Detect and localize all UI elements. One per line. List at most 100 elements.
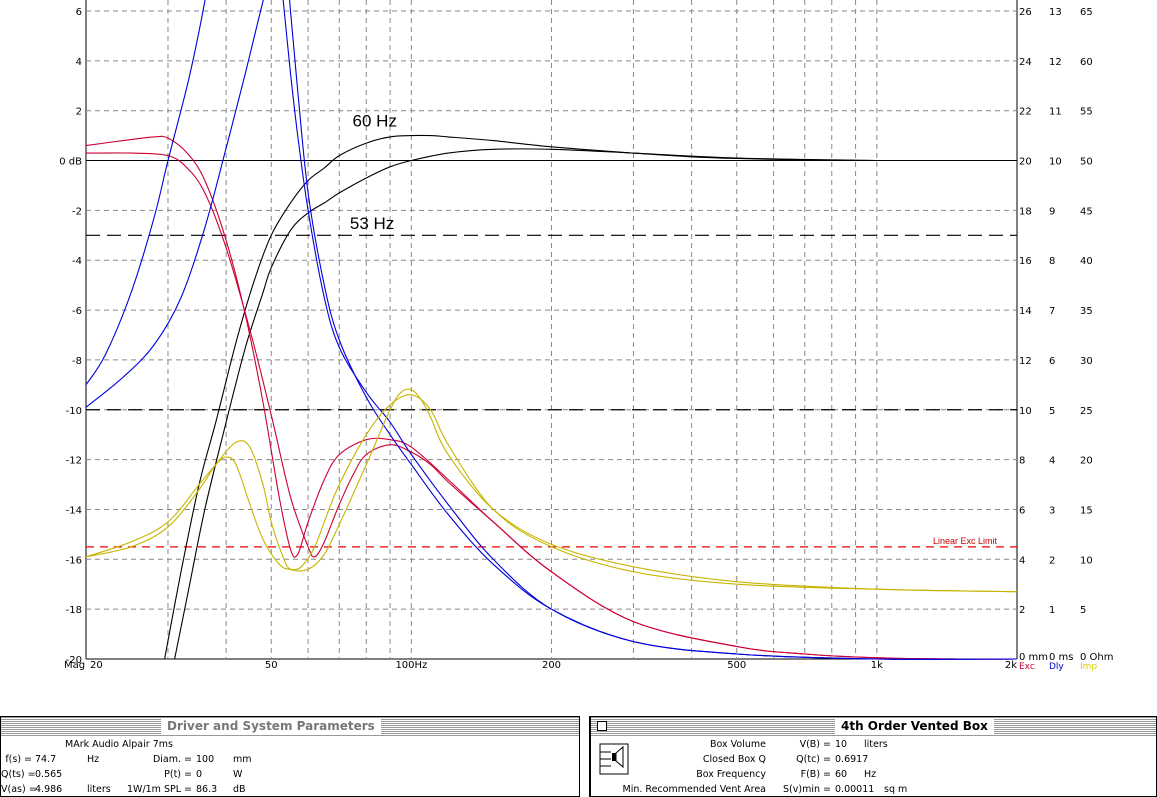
diam-unit: mm <box>233 754 252 765</box>
right-axis-tick-dly: 7 <box>1049 306 1055 317</box>
right-axis-label-exc: Exc <box>1019 662 1035 672</box>
right-axis-tick-dly: 1 <box>1049 605 1055 616</box>
frequency-response-chart: Linear Exc Limit 6 4 2 0 dB -2 -4 -6 -8 -10 -12 -1… <box>59 0 1114 672</box>
right-axis-tick-exc: 18 <box>1019 206 1032 217</box>
spl-label: 1W/1m SPL = <box>127 784 192 795</box>
right-axis-tick-imp: 10 <box>1080 555 1093 566</box>
fs-label: f(s) = <box>5 754 32 765</box>
right-axis-tick-imp: 25 <box>1080 406 1093 417</box>
x-tick-label: 2k <box>1005 660 1017 671</box>
close-box-icon[interactable] <box>597 721 607 731</box>
box-parameters-panel: 4th Order Vented Box Box Volume V(B) = 1… <box>589 716 1157 797</box>
vent-area-value: 0.00011 <box>835 784 875 795</box>
right-axis-tick-exc: 26 <box>1019 7 1032 18</box>
right-axis-tick-exc: 12 <box>1019 356 1032 367</box>
right-axis-tick-imp: 45 <box>1080 206 1093 217</box>
closed-box-q-value: 0.6917 <box>835 754 869 765</box>
right-axis-tick-exc: 20 <box>1019 157 1032 168</box>
right-axis-tick-imp: 15 <box>1080 505 1093 516</box>
vas-value: 4.986 <box>35 784 63 795</box>
box-volume-name: Box Volume <box>709 739 766 750</box>
pt-value: 0 <box>196 769 203 780</box>
x-tick-label: 200 <box>542 660 561 671</box>
right-axis-label-imp: Imp <box>1080 662 1097 672</box>
y-tick-label: -6 <box>72 306 82 317</box>
box-volume-symbol: V(B) = <box>799 739 831 750</box>
box-panel-titlebar[interactable]: 4th Order Vented Box <box>591 717 1156 737</box>
right-axis-tick-imp: 30 <box>1080 356 1093 367</box>
right-axis-tick-dly: 10 <box>1049 157 1062 168</box>
box-frequency-symbol: F(B) = <box>800 769 831 780</box>
y-tick-label: -2 <box>72 206 82 217</box>
right-axis-tick-dly: 5 <box>1049 406 1055 417</box>
right-axis-tick-imp: 20 <box>1080 456 1093 467</box>
x-axis-prefix: Mag <box>64 660 85 671</box>
x-tick-label: 500 <box>727 660 746 671</box>
vent-area-name: Min. Recommended Vent Area <box>622 784 766 795</box>
right-axis-tick-dly: 13 <box>1049 7 1062 18</box>
y-tick-label: 4 <box>76 57 82 68</box>
vas-label: V(as) = <box>1 784 37 795</box>
y-tick-label: -12 <box>66 456 82 467</box>
right-axis-tick-exc: 24 <box>1019 57 1032 68</box>
series-curve-5 <box>86 0 206 386</box>
right-axis-tick-exc: 10 <box>1019 406 1032 417</box>
box-frequency-name: Box Frequency <box>696 769 766 780</box>
y-tick-label: -14 <box>66 505 82 516</box>
right-axis-tick-exc: 2 <box>1019 605 1025 616</box>
y-axis-ticks: 6420 dB-2-4-6-8-10-12-14-16-18-20 <box>59 7 82 666</box>
driver-parameters-panel: Driver and System Parameters MArk Audio … <box>0 716 580 797</box>
right-axis-tick-dly: 9 <box>1049 206 1055 217</box>
box-volume-unit: liters <box>864 739 888 750</box>
y-tick-label: -4 <box>72 256 82 267</box>
box-volume-value: 10 <box>835 739 848 750</box>
right-axes: 26242220181614121086420 mmExc13121110987… <box>1019 7 1114 672</box>
right-axis-tick-dly: 4 <box>1049 456 1055 467</box>
diam-label: Diam. = <box>152 754 192 765</box>
driver-panel-title: Driver and System Parameters <box>161 719 381 734</box>
right-axis-tick-exc: 22 <box>1019 107 1032 118</box>
right-axis-tick-imp: 55 <box>1080 107 1093 118</box>
box-panel-title: 4th Order Vented Box <box>835 719 994 734</box>
right-axis-tick-imp: 35 <box>1080 306 1093 317</box>
right-axis-tick-exc: 6 <box>1019 505 1025 516</box>
y-tick-label: 6 <box>76 7 82 18</box>
linear-exc-limit-label: Linear Exc Limit <box>933 536 998 546</box>
y-tick-label: -18 <box>66 605 82 616</box>
right-axis-label-dly: Dly <box>1049 662 1064 672</box>
x-axis-ticks: Mag 20 50 100Hz 200 500 1k 2k <box>64 660 1017 671</box>
x-tick-label: 1k <box>871 660 883 671</box>
annotation-2: 53 Hz <box>350 214 394 233</box>
grid <box>85 0 1018 660</box>
closed-box-q-symbol: Q(tc) = <box>796 754 831 765</box>
right-axis-tick-imp: 65 <box>1080 7 1093 18</box>
pt-unit: W <box>233 769 243 780</box>
right-axis-tick-dly: 2 <box>1049 555 1055 566</box>
right-axis-tick-dly: 11 <box>1049 107 1062 118</box>
right-axis-tick-dly: 12 <box>1049 57 1062 68</box>
vent-area-symbol: S(v)min = <box>783 784 831 795</box>
series-curve-8 <box>289 0 1017 660</box>
driver-name: MArk Audio Alpair 7ms <box>65 739 173 750</box>
driver-panel-titlebar[interactable]: Driver and System Parameters <box>1 717 579 737</box>
right-axis-tick-exc: 4 <box>1019 555 1025 566</box>
right-axis-tick-imp: 40 <box>1080 256 1093 267</box>
y-tick-label: -10 <box>66 406 82 417</box>
box-frequency-value: 60 <box>835 769 848 780</box>
right-axis-tick-dly: 3 <box>1049 505 1055 516</box>
annotation-1: 60 Hz <box>353 112 397 131</box>
series-curve-2 <box>174 148 877 660</box>
vent-area-unit: sq m <box>884 784 908 795</box>
x-tick-label: 50 <box>265 660 278 671</box>
pt-label: P(t) = <box>164 769 192 780</box>
right-axis-tick-imp: 60 <box>1080 57 1093 68</box>
y-tick-label: -8 <box>72 356 82 367</box>
spl-value: 86.3 <box>196 784 218 795</box>
closed-box-q-name: Closed Box Q <box>702 754 766 765</box>
fs-unit: Hz <box>87 754 100 765</box>
right-axis-tick-exc: 8 <box>1019 456 1025 467</box>
right-axis-tick-imp: 5 <box>1080 605 1086 616</box>
right-axis-tick-exc: 14 <box>1019 306 1032 317</box>
box-frequency-unit: Hz <box>864 769 877 780</box>
x-tick-label: 20 <box>90 660 103 671</box>
